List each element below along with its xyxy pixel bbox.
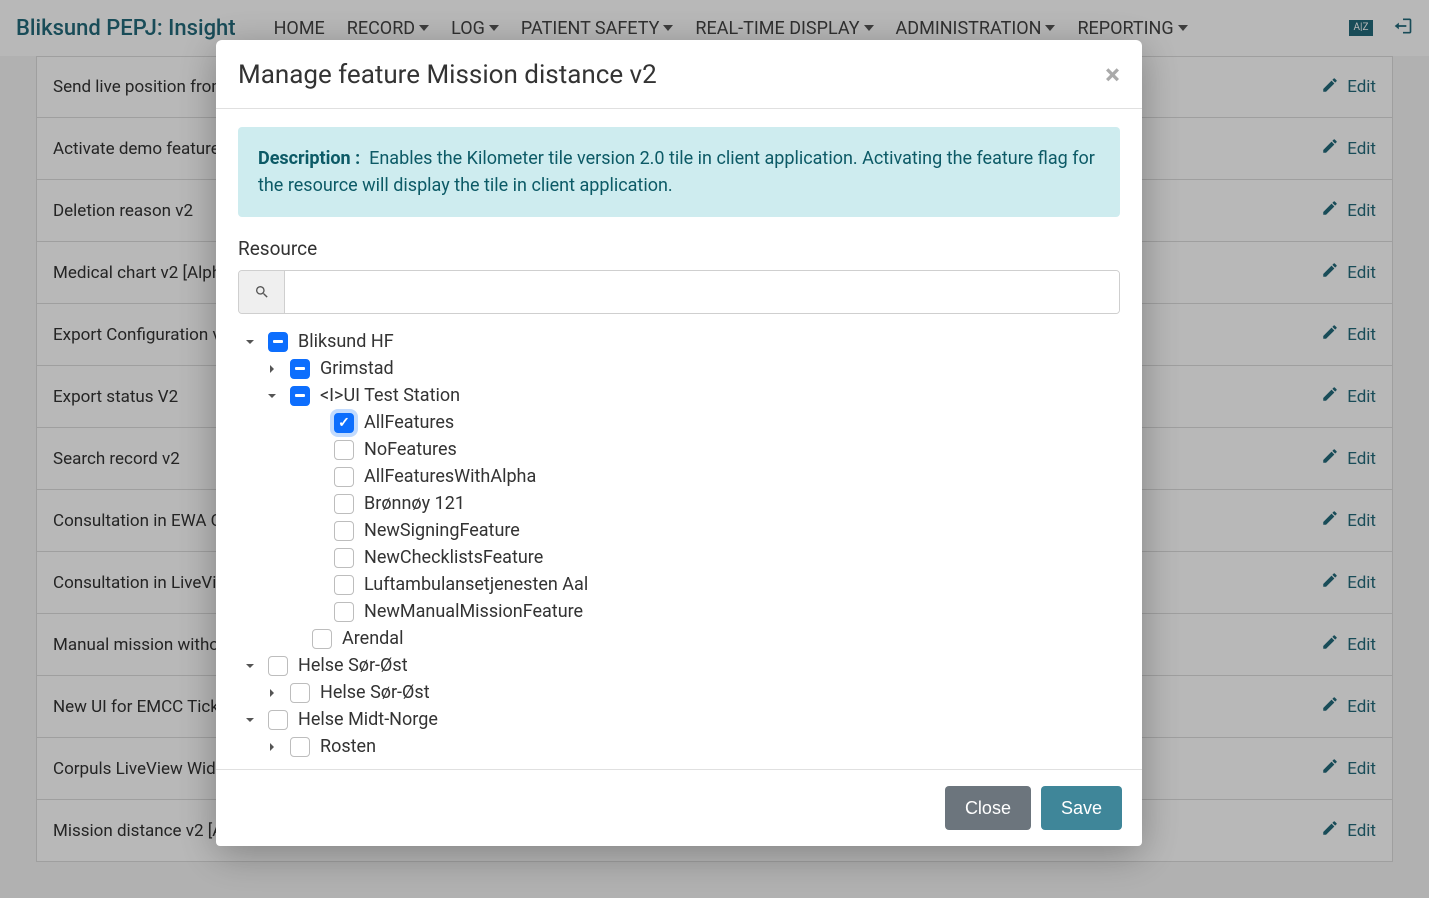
tree-node-label: NewManualMissionFeature [364, 601, 583, 622]
modal-header: Manage feature Mission distance v2 × [216, 40, 1142, 109]
tree-node-label: Rosten [320, 736, 376, 757]
modal-footer: Close Save [216, 769, 1142, 846]
resource-label: Resource [238, 237, 1120, 260]
tree-node-label: NewSigningFeature [364, 520, 520, 541]
checkbox[interactable] [334, 440, 354, 460]
manage-feature-modal: Manage feature Mission distance v2 × Des… [216, 40, 1142, 846]
tree-node-rosten[interactable]: Rosten [264, 733, 1120, 760]
resource-tree: Bliksund HF Grimstad <I>UI Test Station All… [238, 328, 1120, 760]
close-icon[interactable]: × [1105, 61, 1120, 89]
chevron-down-icon[interactable] [242, 334, 258, 350]
tree-node-hso2[interactable]: Helse Sør-Øst [264, 679, 1120, 706]
chevron-right-icon[interactable] [264, 361, 280, 377]
chevron-right-icon[interactable] [264, 685, 280, 701]
chevron-down-icon[interactable] [242, 658, 258, 674]
close-button[interactable]: Close [945, 786, 1031, 830]
chevron-down-icon[interactable] [242, 712, 258, 728]
description-text: Enables the Kilometer tile version 2.0 t… [258, 148, 1095, 196]
save-button[interactable]: Save [1041, 786, 1122, 830]
tree-node-label: Arendal [342, 628, 403, 649]
tree-node-label: Luftambulansetjenesten Aal [364, 574, 588, 595]
checkbox[interactable] [290, 737, 310, 757]
checkbox[interactable] [334, 548, 354, 568]
tree-node-bronnoy[interactable]: Brønnøy 121 [308, 490, 1120, 517]
tree-node-label: Bliksund HF [298, 331, 394, 352]
tree-node-hso[interactable]: Helse Sør-Øst [242, 652, 1120, 679]
tree-node-label: Grimstad [320, 358, 394, 379]
tree-node-newcheck[interactable]: NewChecklistsFeature [308, 544, 1120, 571]
tree-node-label: <I>UI Test Station [320, 385, 460, 406]
chevron-down-icon[interactable] [264, 388, 280, 404]
tree-node-luft[interactable]: Luftambulansetjenesten Aal [308, 571, 1120, 598]
checkbox[interactable] [334, 413, 354, 433]
checkbox[interactable] [290, 683, 310, 703]
tree-node-nofeat[interactable]: NoFeatures [308, 436, 1120, 463]
description-label: Description : [258, 148, 360, 169]
search-input[interactable] [285, 271, 1119, 313]
tree-node-label: Helse Midt-Norge [298, 709, 438, 730]
checkbox[interactable] [290, 359, 310, 379]
tree-node-arendal[interactable]: Arendal [286, 625, 1120, 652]
tree-node-label: Brønnøy 121 [364, 493, 465, 514]
tree-node-label: AllFeaturesWithAlpha [364, 466, 536, 487]
tree-node-grimstad[interactable]: Grimstad [264, 355, 1120, 382]
checkbox[interactable] [268, 710, 288, 730]
tree-node-uitest[interactable]: <I>UI Test Station [264, 382, 1120, 409]
checkbox[interactable] [334, 575, 354, 595]
checkbox[interactable] [290, 386, 310, 406]
tree-node-label: NoFeatures [364, 439, 457, 460]
checkbox[interactable] [312, 629, 332, 649]
checkbox[interactable] [268, 332, 288, 352]
description-alert: Description : Enables the Kilometer tile… [238, 127, 1120, 217]
resource-search [238, 270, 1120, 314]
tree-node-label: AllFeatures [364, 412, 454, 433]
tree-node-label: Helse Sør-Øst [298, 655, 408, 676]
checkbox[interactable] [268, 656, 288, 676]
checkbox[interactable] [334, 467, 354, 487]
checkbox[interactable] [334, 494, 354, 514]
tree-node-allalpha[interactable]: AllFeaturesWithAlpha [308, 463, 1120, 490]
tree-node-newsign[interactable]: NewSigningFeature [308, 517, 1120, 544]
search-icon [239, 271, 285, 313]
chevron-right-icon[interactable] [264, 739, 280, 755]
tree-node-label: Helse Sør-Øst [320, 682, 430, 703]
tree-node-newmanual[interactable]: NewManualMissionFeature [308, 598, 1120, 625]
tree-node-allfeat[interactable]: AllFeatures [308, 409, 1120, 436]
modal-body: Description : Enables the Kilometer tile… [216, 109, 1142, 769]
checkbox[interactable] [334, 521, 354, 541]
tree-node-bliksund[interactable]: Bliksund HF [242, 328, 1120, 355]
checkbox[interactable] [334, 602, 354, 622]
modal-title: Manage feature Mission distance v2 [238, 60, 657, 90]
tree-node-label: NewChecklistsFeature [364, 547, 543, 568]
tree-node-hmn[interactable]: Helse Midt-Norge [242, 706, 1120, 733]
